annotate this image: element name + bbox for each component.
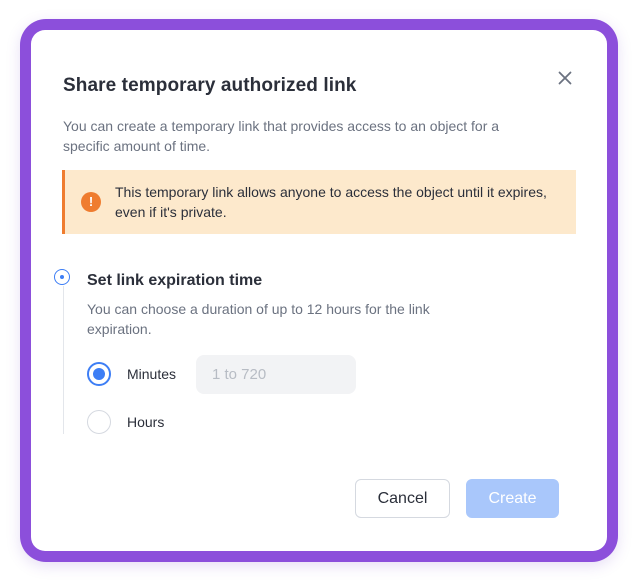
step-connector-line: [63, 286, 64, 434]
minutes-radio[interactable]: [87, 362, 111, 386]
dialog-description: You can create a temporary link that pro…: [63, 118, 500, 154]
step-marker-icon: [54, 269, 70, 285]
warning-text: This temporary link allows anyone to acc…: [115, 184, 547, 220]
expiration-section-title: Set link expiration time: [87, 272, 263, 289]
cancel-button[interactable]: Cancel: [355, 479, 450, 518]
minutes-radio-label[interactable]: Minutes: [127, 366, 176, 382]
exclamation-circle-icon: !: [81, 192, 101, 212]
hours-radio[interactable]: [87, 410, 111, 434]
hours-radio-label[interactable]: Hours: [127, 414, 164, 430]
close-button[interactable]: [553, 66, 577, 90]
close-icon: [558, 71, 572, 85]
create-button[interactable]: Create: [466, 479, 559, 518]
modal-frame: Share temporary authorized link You can …: [20, 19, 618, 562]
share-link-dialog: Share temporary authorized link You can …: [31, 30, 607, 551]
warning-banner: ! This temporary link allows anyone to a…: [62, 170, 576, 234]
minutes-input[interactable]: [196, 355, 356, 394]
dialog-title: Share temporary authorized link: [63, 75, 357, 96]
expiration-section-description: You can choose a duration of up to 12 ho…: [87, 301, 430, 337]
